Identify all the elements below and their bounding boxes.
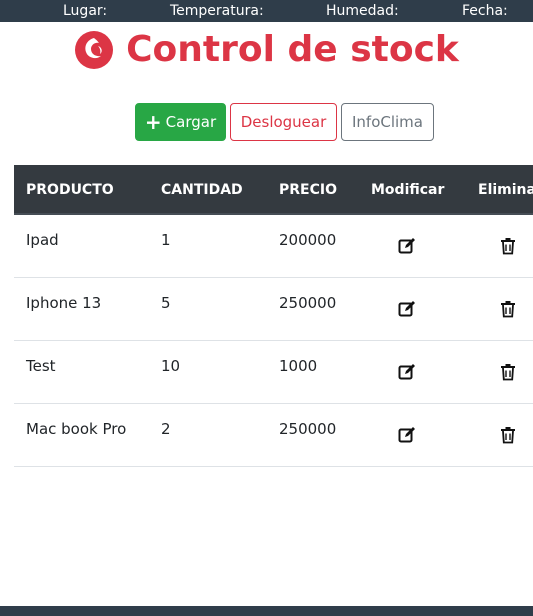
edit-icon[interactable]	[398, 363, 416, 381]
edit-icon[interactable]	[398, 237, 416, 255]
logo-icon	[75, 31, 114, 69]
cell-producto: Ipad	[26, 231, 59, 249]
trash-icon[interactable]	[499, 237, 517, 255]
cell-producto: Iphone 13	[26, 294, 102, 312]
cell-producto: Mac book Pro	[26, 420, 127, 438]
page-title: Control de stock	[126, 29, 459, 70]
table-row: Iphone 13 5 250000	[14, 278, 533, 341]
cell-cantidad: 2	[161, 420, 171, 438]
humedad-label: Humedad:	[326, 3, 399, 19]
cell-precio: 200000	[279, 231, 337, 249]
cell-cantidad: 5	[161, 294, 171, 312]
header-eliminar: Elimina	[478, 182, 533, 198]
trash-icon[interactable]	[499, 426, 517, 444]
plus-icon: +	[144, 110, 162, 134]
desloguear-button[interactable]: Desloguear	[230, 103, 337, 141]
edit-icon[interactable]	[398, 426, 416, 444]
table-header: PRODUCTO CANTIDAD PRECIO Modificar Elimi…	[14, 165, 533, 215]
page-header: Control de stock	[0, 28, 533, 74]
footer-bar	[0, 606, 533, 616]
table-row: Ipad 1 200000	[14, 215, 533, 278]
table-row: Mac book Pro 2 250000	[14, 404, 533, 467]
fecha-label: Fecha:	[462, 3, 508, 19]
header-cantidad: CANTIDAD	[161, 182, 243, 198]
temperatura-label: Temperatura:	[170, 3, 264, 19]
stock-table: PRODUCTO CANTIDAD PRECIO Modificar Elimi…	[14, 165, 533, 467]
top-info-bar: Lugar: Temperatura: Humedad: Fecha:	[0, 0, 533, 22]
infoclima-button[interactable]: InfoClima	[341, 103, 434, 141]
cell-cantidad: 10	[161, 357, 181, 375]
cargar-label: Cargar	[165, 113, 217, 131]
table-row: Test 10 1000	[14, 341, 533, 404]
header-precio: PRECIO	[279, 182, 337, 198]
header-modificar: Modificar	[371, 182, 445, 198]
cell-producto: Test	[26, 357, 56, 375]
cell-precio: 1000	[279, 357, 318, 375]
cell-precio: 250000	[279, 294, 337, 312]
cell-cantidad: 1	[161, 231, 171, 249]
trash-icon[interactable]	[499, 363, 517, 381]
cell-precio: 250000	[279, 420, 337, 438]
trash-icon[interactable]	[499, 300, 517, 318]
lugar-label: Lugar:	[63, 3, 108, 19]
edit-icon[interactable]	[398, 300, 416, 318]
header-producto: PRODUCTO	[26, 182, 114, 198]
cargar-button[interactable]: + Cargar	[135, 103, 226, 141]
